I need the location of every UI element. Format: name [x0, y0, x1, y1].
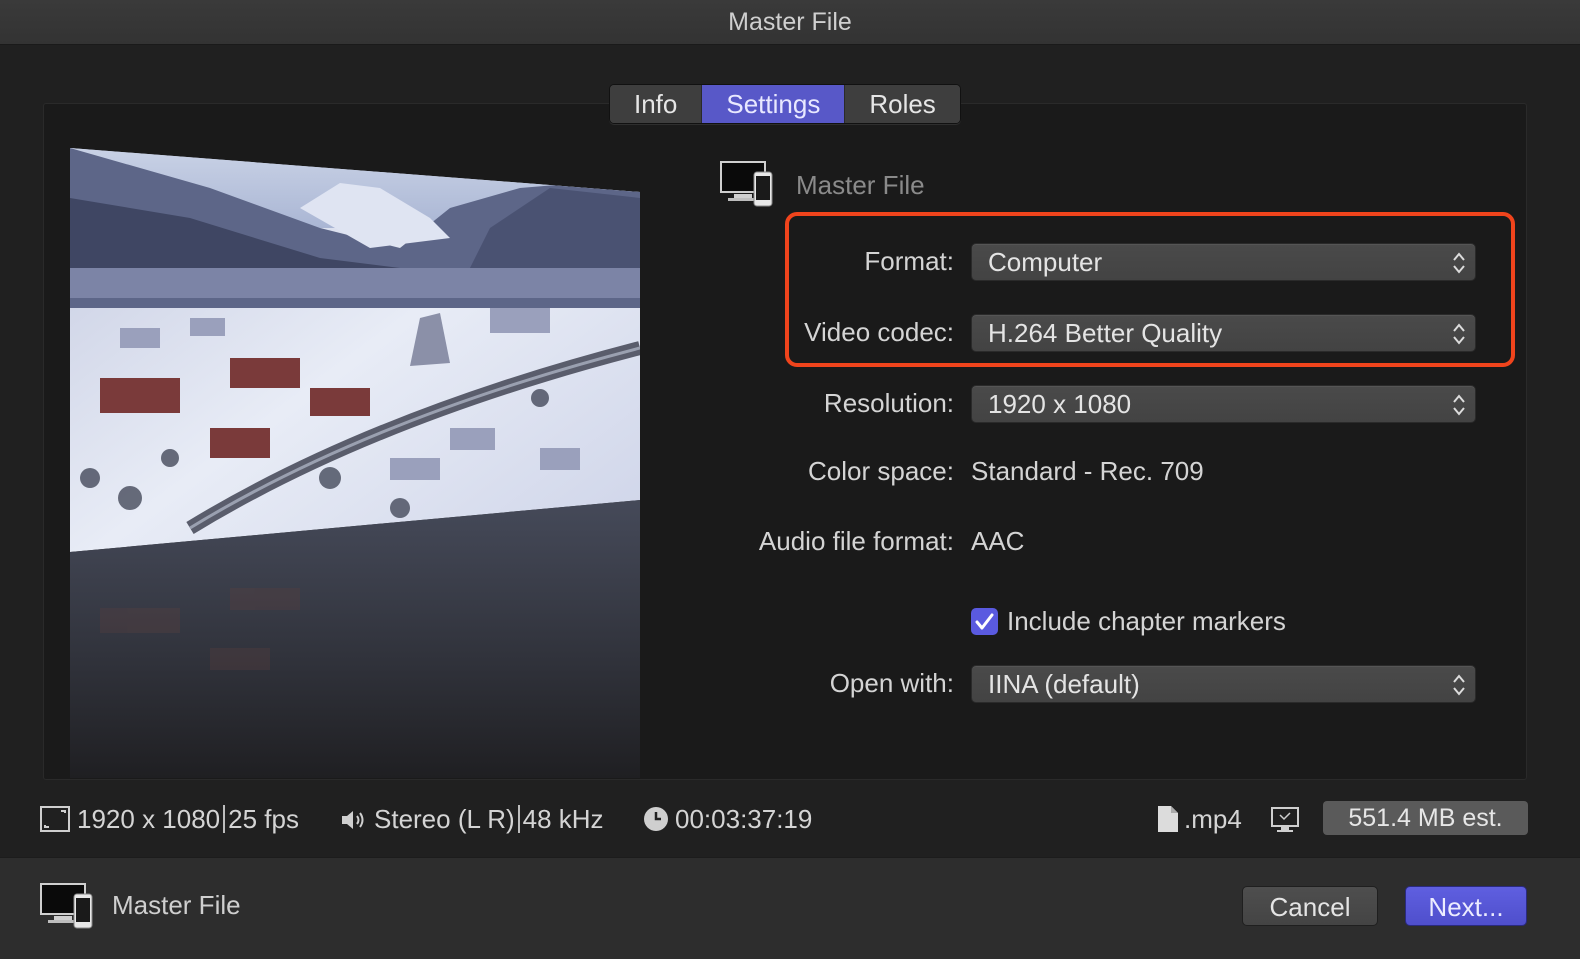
window-title: Master File: [0, 0, 1580, 45]
size-estimate-badge: 551.4 MB est.: [1323, 801, 1528, 835]
computer-device-icon: [40, 883, 93, 929]
status-video: 1920 x 1080 25 fps: [77, 804, 299, 835]
next-button[interactable]: Next...: [1405, 886, 1527, 926]
chapter-markers-checkbox[interactable]: [971, 608, 998, 635]
video-preview-image: [70, 148, 640, 778]
video-codec-value: H.264 Better Quality: [988, 318, 1223, 348]
format-select[interactable]: Computer: [971, 243, 1476, 281]
resolution-label: Resolution:: [823, 388, 954, 418]
cancel-button[interactable]: Cancel: [1242, 886, 1378, 926]
status-sample-rate: 48 kHz: [522, 804, 604, 834]
updown-chevron-icon: [1453, 674, 1465, 696]
chapter-markers-label[interactable]: Include chapter markers: [1007, 606, 1286, 637]
open-with-value: IINA (default): [988, 669, 1140, 699]
resolution-select[interactable]: 1920 x 1080: [971, 385, 1476, 423]
tab-bar: Info Settings Roles: [609, 84, 961, 124]
status-extension: .mp4: [1184, 804, 1242, 834]
computer-device-icon: [720, 161, 773, 207]
updown-chevron-icon: [1453, 252, 1465, 274]
color-space-label: Color space:: [808, 456, 954, 486]
display-icon: [1271, 807, 1299, 832]
status-duration: 00:03:37:19: [675, 804, 813, 834]
format-label: Format:: [864, 246, 954, 276]
video-codec-select[interactable]: H.264 Better Quality: [971, 314, 1476, 352]
video-codec-label: Video codec:: [804, 317, 954, 347]
tab-roles[interactable]: Roles: [845, 85, 960, 123]
open-with-select[interactable]: IINA (default): [971, 665, 1476, 703]
frame-size-icon: [40, 806, 70, 832]
clock-icon: [644, 807, 668, 831]
footer-bar: Master File Cancel Next...: [0, 857, 1580, 959]
document-icon: [1158, 806, 1178, 832]
status-audio-channels: Stereo (L R): [374, 804, 515, 834]
audio-format-value: AAC: [971, 526, 1025, 556]
status-audio: Stereo (L R) 48 kHz: [374, 804, 604, 835]
footer-destination-name: Master File: [112, 890, 241, 920]
destination-name: Master File: [796, 170, 925, 200]
status-resolution: 1920 x 1080: [77, 804, 221, 834]
divider: [517, 805, 520, 833]
color-space-value: Standard - Rec. 709: [971, 456, 1204, 486]
speaker-icon: [342, 811, 364, 829]
open-with-label: Open with:: [829, 668, 954, 698]
divider: [223, 805, 226, 833]
status-fps: 25 fps: [228, 804, 299, 834]
resolution-value: 1920 x 1080: [988, 389, 1132, 419]
checkmark-icon: [975, 613, 994, 630]
updown-chevron-icon: [1453, 394, 1465, 416]
format-value: Computer: [988, 247, 1103, 277]
tab-settings[interactable]: Settings: [702, 85, 846, 123]
audio-format-label: Audio file format:: [758, 526, 954, 556]
tab-info[interactable]: Info: [610, 85, 703, 123]
updown-chevron-icon: [1453, 323, 1465, 345]
